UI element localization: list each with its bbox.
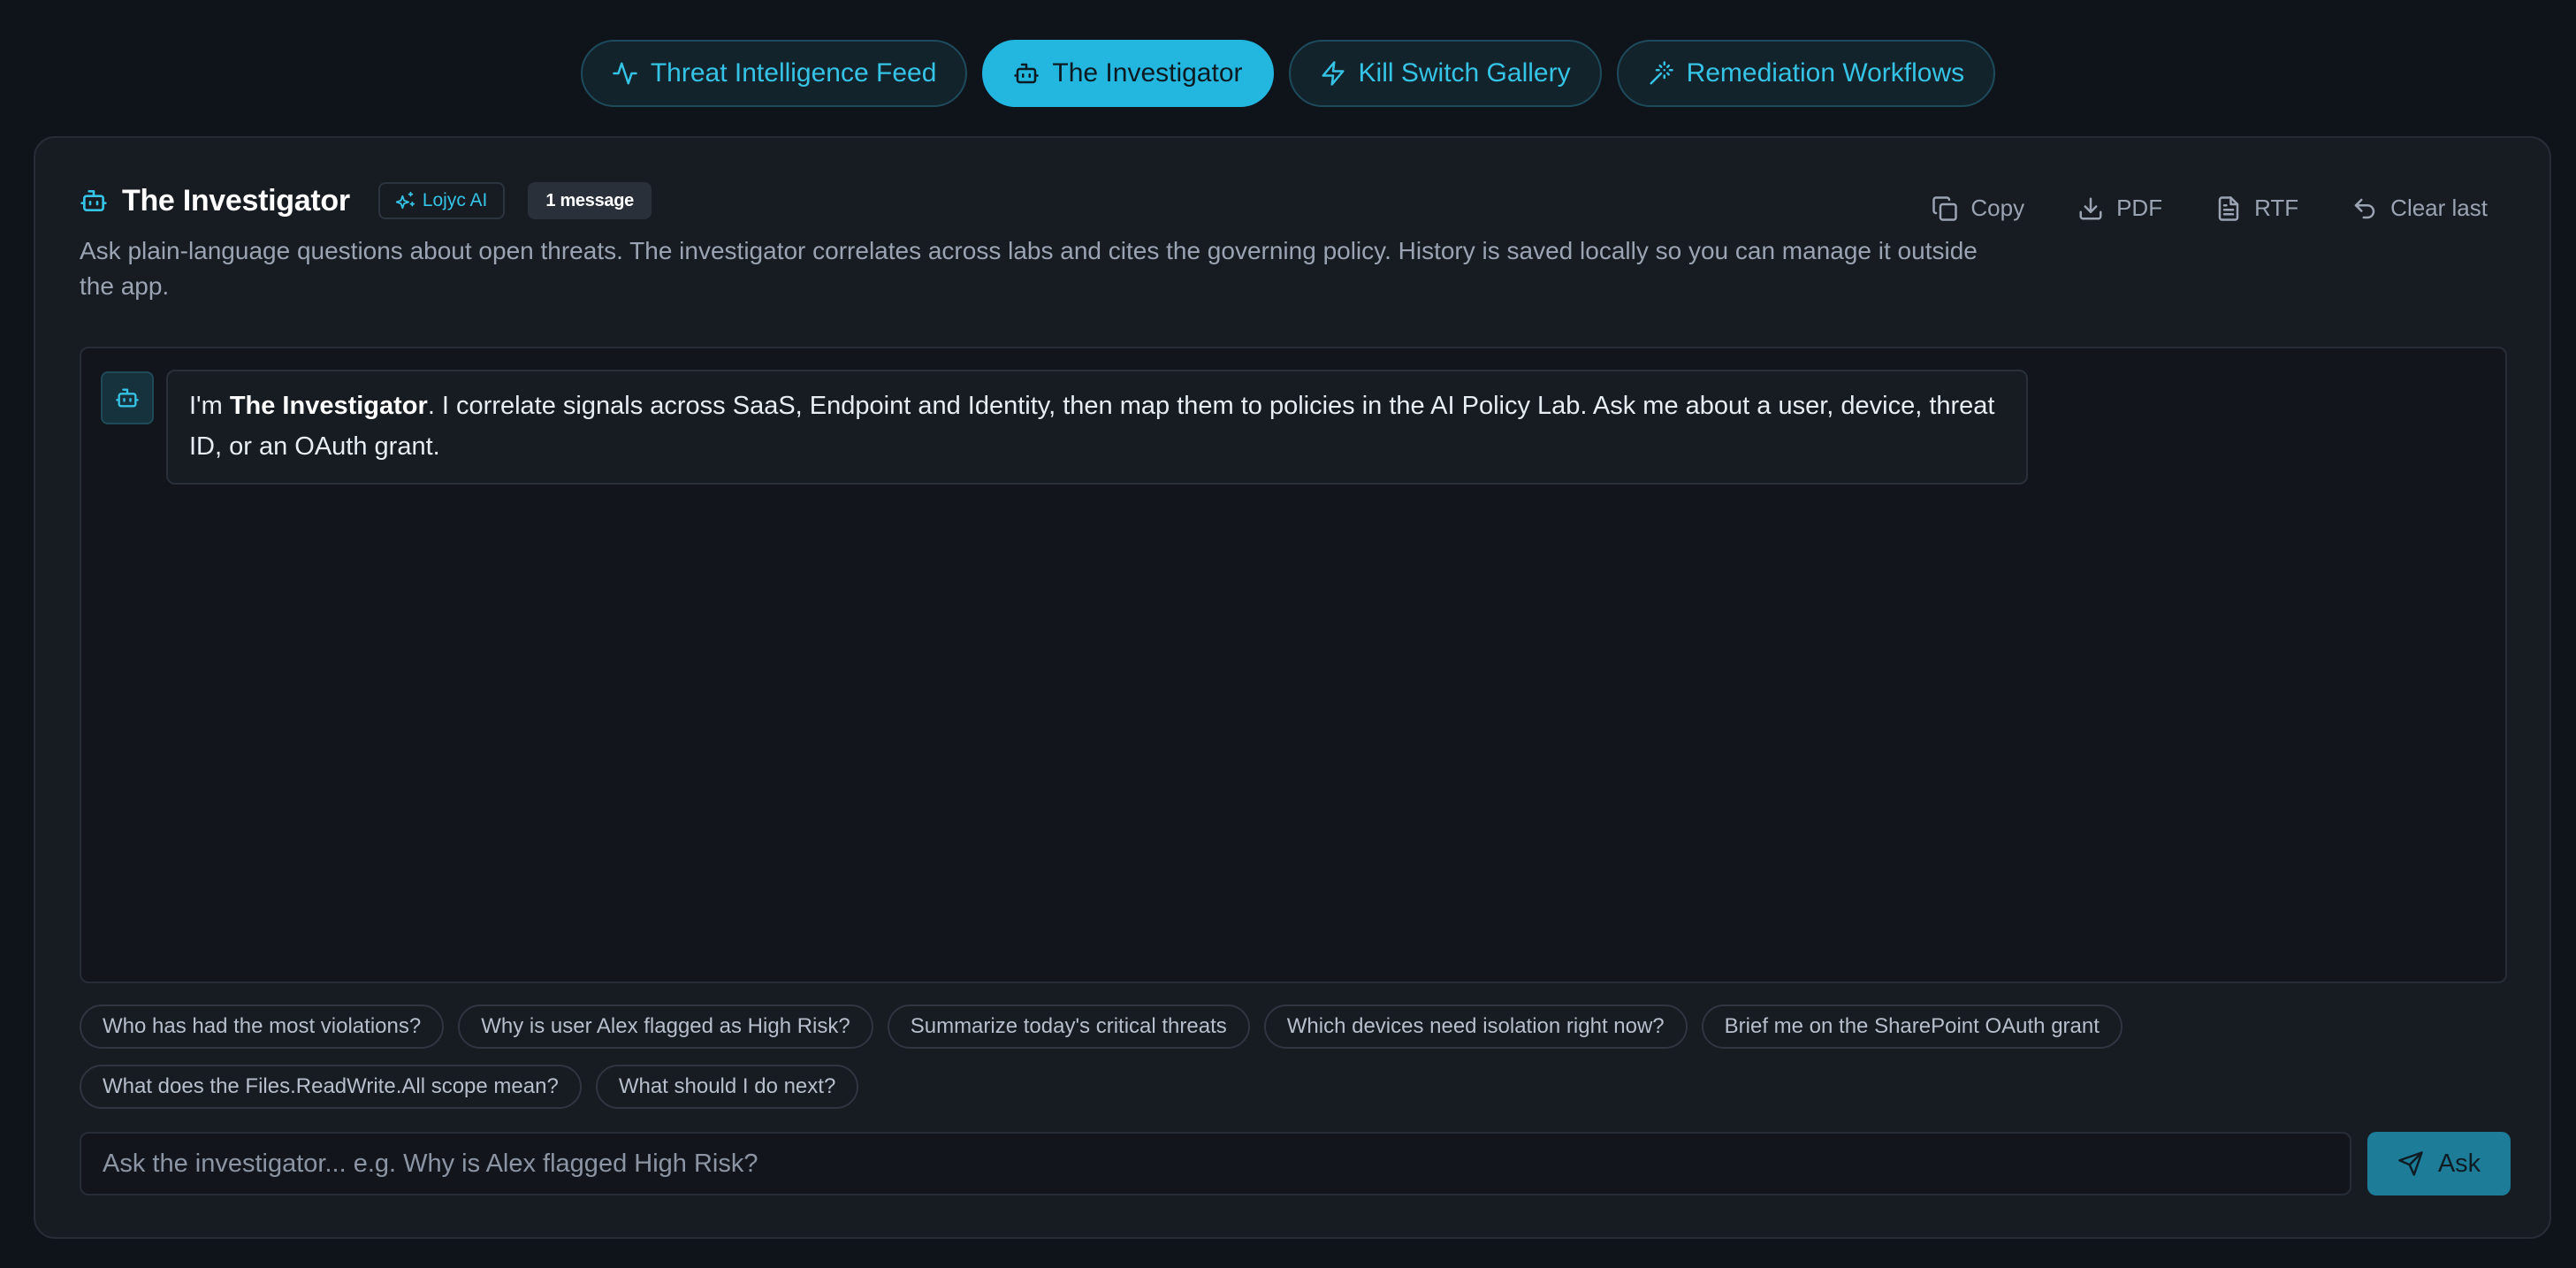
ask-bar: Ask (80, 1132, 2511, 1195)
tab-label: Kill Switch Gallery (1358, 58, 1571, 88)
tab-label: Threat Intelligence Feed (650, 58, 937, 88)
undo-icon (2354, 198, 2375, 218)
copy-button[interactable]: Copy (1932, 195, 2024, 222)
panel-actions: Copy PDF RTF Clear last (1932, 195, 2488, 222)
suggestion-chip[interactable]: Why is user Alex flagged as High Risk? (458, 1004, 873, 1049)
message-text: . I correlate signals across SaaS, Endpo… (189, 392, 1995, 461)
copy-label: Copy (1970, 195, 2025, 221)
tab-remediation-workflows[interactable]: Remediation Workflows (1616, 40, 1996, 107)
tab-the-investigator[interactable]: The Investigator (982, 40, 1274, 107)
suggestion-chip[interactable]: Brief me on the SharePoint OAuth grant (1701, 1004, 2123, 1049)
wand-icon (1650, 61, 1673, 85)
tab-threat-intelligence-feed[interactable]: Threat Intelligence Feed (580, 40, 968, 107)
ask-button[interactable]: Ask (2367, 1132, 2511, 1195)
activity-icon (613, 62, 637, 85)
bot-icon (1014, 63, 1040, 84)
investigator-panel: The Investigator Lojyc AI 1 message Ask … (34, 136, 2551, 1239)
clear-last-label: Clear last (2390, 195, 2488, 221)
panel-description: Ask plain-language questions about open … (80, 237, 1978, 300)
assistant-message: I'm The Investigator. I correlate signal… (166, 370, 2028, 485)
suggestion-chip[interactable]: What does the Files.ReadWrite.All scope … (80, 1065, 582, 1109)
file-text-icon (2218, 195, 2239, 221)
pdf-button[interactable]: PDF (2077, 195, 2162, 222)
page-title: The Investigator (122, 183, 350, 218)
ask-button-label: Ask (2437, 1149, 2481, 1178)
avatar (101, 371, 154, 424)
chat-history[interactable]: I'm The Investigator. I correlate signal… (80, 347, 2507, 983)
brand-badge-label: Lojyc AI (422, 190, 488, 210)
tab-label: The Investigator (1052, 58, 1243, 88)
suggestion-chip[interactable]: Summarize today's critical threats (887, 1004, 1250, 1049)
brand-badge: Lojyc AI (377, 182, 506, 219)
tab-kill-switch-gallery[interactable]: Kill Switch Gallery (1288, 40, 1602, 107)
sparkles-icon (395, 191, 415, 210)
rtf-button[interactable]: RTF (2215, 195, 2298, 222)
tab-label: Remediation Workflows (1686, 58, 1965, 88)
ask-input[interactable] (80, 1132, 2351, 1195)
zap-icon (1322, 61, 1345, 86)
pdf-label: PDF (2116, 195, 2163, 221)
copy-icon (1932, 195, 1958, 221)
suggestion-chip[interactable]: Who has had the most violations? (80, 1004, 445, 1049)
download-icon (2079, 197, 2102, 219)
clear-last-button[interactable]: Clear last (2351, 195, 2488, 222)
message-count-badge: 1 message (528, 182, 652, 219)
bot-icon (116, 388, 139, 408)
suggestion-chip[interactable]: Which devices need isolation right now? (1263, 1004, 1688, 1049)
top-tab-bar: Threat Intelligence Feed The Investigato… (0, 40, 2576, 107)
message-prefix: I'm (189, 392, 230, 420)
panel-header: The Investigator Lojyc AI 1 message (80, 182, 652, 219)
suggestion-chip[interactable]: What should I do next? (595, 1065, 859, 1109)
bot-icon (80, 190, 107, 211)
suggested-questions: Who has had the most violations? Why is … (80, 1004, 2519, 1109)
send-icon (2398, 1151, 2423, 1176)
rtf-label: RTF (2254, 195, 2299, 221)
message-bold: The Investigator (229, 392, 428, 420)
